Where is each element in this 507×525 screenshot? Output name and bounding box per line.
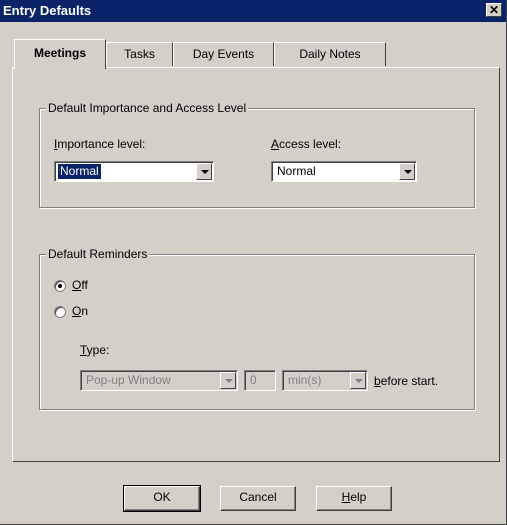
default-reminders-legend: Default Reminders [46, 247, 150, 261]
tab-daily-notes-label: Daily Notes [299, 47, 361, 61]
title-bar: Entry Defaults ✕ [0, 0, 506, 22]
chevron-down-icon[interactable] [220, 372, 236, 389]
tab-tasks[interactable]: Tasks [106, 42, 173, 66]
tab-day-events-label: Day Events [192, 47, 255, 61]
tab-day-events[interactable]: Day Events [173, 42, 274, 66]
reminder-amount-input[interactable]: 0 [244, 370, 276, 391]
reminder-unit-value: min(s) [288, 373, 322, 387]
reminder-off-radio[interactable] [54, 280, 66, 292]
tab-tasks-label: Tasks [124, 47, 155, 61]
chevron-down-icon[interactable] [399, 163, 415, 180]
chevron-down-icon[interactable] [350, 372, 366, 389]
ok-button-label: OK [153, 490, 171, 504]
reminder-type-value: Pop-up Window [86, 373, 171, 387]
reminder-amount-value: 0 [250, 373, 257, 387]
help-button[interactable]: Help [316, 486, 392, 511]
importance-level-value: Normal [57, 163, 102, 180]
help-button-label: elp [350, 490, 367, 504]
reminder-type-select[interactable]: Pop-up Window [80, 370, 238, 391]
chevron-down-icon[interactable] [196, 163, 212, 180]
default-reminders-group: Default Reminders Off On Type: Pop-up Wi… [39, 247, 475, 410]
tab-meetings-label: Meetings [33, 46, 86, 60]
ok-button[interactable]: OK [123, 485, 201, 512]
tab-daily-notes[interactable]: Daily Notes [274, 42, 386, 66]
access-level-value: Normal [277, 164, 316, 178]
reminder-off-label[interactable]: Off [72, 278, 88, 292]
cancel-button[interactable]: Cancel [220, 486, 296, 511]
access-level-label: Access level: [271, 137, 342, 151]
importance-access-legend: Default Importance and Access Level [46, 101, 249, 115]
reminder-type-label: Type: [80, 343, 110, 357]
cancel-button-label: Cancel [239, 490, 277, 504]
close-button[interactable]: ✕ [486, 3, 502, 17]
access-level-select[interactable]: Normal [271, 161, 417, 182]
meetings-tab-panel: Default Importance and Access Level Impo… [12, 67, 500, 462]
close-icon: ✕ [488, 3, 500, 17]
entry-defaults-dialog: Entry Defaults ✕ Meetings Tasks Day Even… [0, 0, 507, 525]
reminder-on-radio[interactable] [54, 306, 66, 318]
importance-level-select[interactable]: Normal [54, 161, 214, 182]
reminder-unit-select[interactable]: min(s) [282, 370, 368, 391]
importance-access-group: Default Importance and Access Level Impo… [39, 101, 475, 208]
reminder-on-label[interactable]: On [72, 304, 88, 318]
window-title: Entry Defaults [3, 3, 92, 18]
importance-level-label: Importance level: [54, 137, 146, 151]
tab-meetings[interactable]: Meetings [14, 39, 106, 69]
before-start-label: before start. [374, 374, 439, 388]
